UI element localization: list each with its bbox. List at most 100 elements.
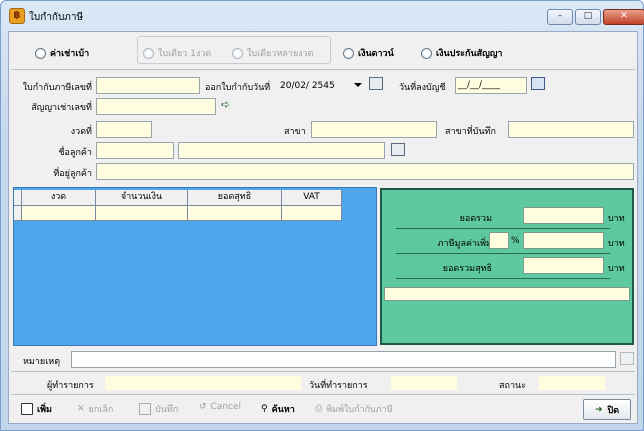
note-edit-icon[interactable] (620, 352, 634, 365)
note-input[interactable] (71, 351, 616, 368)
invoice-no-input[interactable] (96, 77, 200, 94)
radio-down-payment[interactable]: เงินดาวน์ (343, 46, 394, 60)
contract-no-input[interactable] (96, 98, 216, 115)
radio-contract-deposit[interactable]: เงินประกันสัญญา (421, 46, 503, 60)
cancel-edit-label: ยกเลิก (88, 405, 114, 415)
subtotal-label: ยอดรวม (459, 214, 492, 224)
grid-header: งวด จำนวนเงิน ยอดสุทธิ VAT (14, 190, 342, 206)
vat-label: ภาษีมูลค่าเพิ่ม (437, 239, 492, 249)
net-total-currency: บาท (608, 264, 625, 274)
divider (11, 69, 635, 70)
issue-date-picker[interactable]: 20/02/ 2545 (280, 77, 364, 94)
grid-column-vat[interactable]: VAT (282, 190, 342, 206)
note-label: หมายเหตุ (23, 357, 61, 367)
divider (396, 253, 610, 254)
contract-no-label: สัญญาเช่าเลขที่ (31, 103, 92, 113)
installment-input[interactable] (96, 121, 152, 138)
maximize-button[interactable]: □ (575, 9, 601, 25)
radio-circle-icon (143, 47, 154, 59)
audit-info-bar: ผู้ทำรายการ วันที่ทำรายการ สถานะ (13, 374, 633, 392)
grid-indicator-column (14, 190, 22, 206)
undo-icon: ↺ (199, 402, 207, 412)
calendar-icon[interactable] (531, 77, 545, 90)
invoice-no-label: ใบกำกับภาษีเลขที่ (22, 83, 92, 93)
calendar-export-icon[interactable] (369, 77, 383, 90)
grid-column-amount[interactable]: จำนวนเงิน (96, 190, 188, 206)
exit-door-icon: ➜ (594, 404, 603, 415)
grid-cell[interactable] (96, 206, 188, 221)
cancel-edit-button[interactable]: ✕ ยกเลิก (77, 402, 113, 416)
percent-sign: % (511, 236, 520, 246)
customer-code-input[interactable] (96, 142, 174, 159)
amount-in-words-field (384, 287, 630, 301)
customer-address-input[interactable] (96, 163, 634, 180)
floppy-disk-icon (139, 403, 151, 415)
radio-label: เงินดาวน์ (358, 49, 394, 59)
add-button[interactable]: เพิ่ม (21, 402, 52, 416)
radio-circle-icon (35, 47, 46, 59)
record-branch-input[interactable] (508, 121, 634, 138)
search-button[interactable]: ⚲ ค้นหา (261, 402, 295, 416)
grid-column-installment[interactable]: งวด (22, 190, 96, 206)
installment-label: งวดที่ (70, 127, 92, 137)
table-row[interactable] (14, 206, 342, 221)
totals-panel: ยอดรวม บาท ภาษีมูลค่าเพิ่ม % บาท ยอดรวมส… (380, 188, 634, 345)
print-label: พิมพ์ใบกำกับภาษี (326, 405, 393, 415)
search-label: ค้นหา (271, 405, 295, 415)
app-window: ฿ ใบกำกับภาษี – □ ✕ ค่าเช่าเบ้า ใบเดียว … (0, 0, 644, 431)
radio-label: ค่าเช่าเบ้า (50, 49, 90, 59)
printer-icon: ⎙ (315, 404, 323, 414)
window-title: ใบกำกับภาษี (29, 12, 84, 23)
add-label: เพิ่ม (37, 405, 52, 415)
vat-rate-input[interactable] (489, 232, 509, 249)
issue-date-value: 20/02/ 2545 (280, 80, 335, 91)
cancel-button[interactable]: ↺ Cancel (199, 402, 241, 412)
x-icon: ✕ (77, 404, 85, 414)
vat-amount-field (523, 232, 604, 249)
chevron-down-icon (354, 83, 362, 87)
radio-multi-installment[interactable]: ใบเดียวหลายงวด (232, 46, 313, 60)
save-label: บันทึก (155, 405, 179, 415)
title-bar[interactable]: ฿ ใบกำกับภาษี – □ ✕ (1, 1, 644, 31)
subtotal-currency: บาท (608, 214, 625, 224)
posting-date-input[interactable]: __/__/____ (455, 77, 527, 94)
radio-label: เงินประกันสัญญา (436, 49, 503, 59)
net-total-field (523, 257, 604, 274)
operator-value (105, 376, 301, 390)
print-invoice-button[interactable]: ⎙ พิมพ์ใบกำกับภาษี (315, 402, 393, 416)
radio-single-installment[interactable]: ใบเดียว 1งวด (143, 46, 211, 60)
lookup-icon[interactable]: ➪ (221, 99, 237, 112)
exit-button[interactable]: ➜ ปิด (583, 399, 631, 420)
exit-label: ปิด (607, 405, 620, 416)
money-bag-icon: ฿ (9, 8, 25, 24)
binoculars-icon: ⚲ (261, 404, 268, 414)
minimize-button[interactable]: – (547, 9, 573, 25)
form-body: ค่าเช่าเบ้า ใบเดียว 1งวด ใบเดียวหลายงวด … (8, 31, 638, 424)
operator-label: ผู้ทำรายการ (47, 381, 94, 391)
radio-label: ใบเดียว 1งวด (158, 49, 212, 59)
customer-address-label: ที่อยู่ลูกค้า (53, 169, 92, 179)
customer-name-label: ชื่อลูกค้า (58, 148, 92, 158)
divider (11, 371, 635, 372)
close-button[interactable]: ✕ (603, 9, 644, 25)
row-indicator (14, 206, 22, 221)
net-total-label: ยอดรวมสุทธิ (442, 264, 492, 274)
grid-column-net[interactable]: ยอดสุทธิ (188, 190, 282, 206)
cancel-label: Cancel (210, 402, 242, 412)
branch-label: สาขา (284, 127, 306, 137)
radio-circle-icon (343, 47, 354, 59)
grid-cell[interactable] (188, 206, 282, 221)
transaction-date-value (391, 376, 457, 390)
grid-cell[interactable] (282, 206, 342, 221)
customer-name-input[interactable] (178, 142, 385, 159)
radio-circle-icon (232, 47, 243, 59)
customer-search-icon[interactable] (391, 143, 405, 156)
radio-label: ใบเดียวหลายงวด (247, 49, 314, 59)
save-button[interactable]: บันทึก (139, 402, 178, 416)
branch-input[interactable] (311, 121, 437, 138)
installment-grid[interactable]: งวด จำนวนเงิน ยอดสุทธิ VAT (13, 187, 377, 346)
subtotal-field (523, 207, 604, 224)
transaction-date-label: วันที่ทำรายการ (309, 381, 368, 391)
grid-cell[interactable] (22, 206, 96, 221)
radio-hire-purchase[interactable]: ค่าเช่าเบ้า (35, 46, 89, 60)
